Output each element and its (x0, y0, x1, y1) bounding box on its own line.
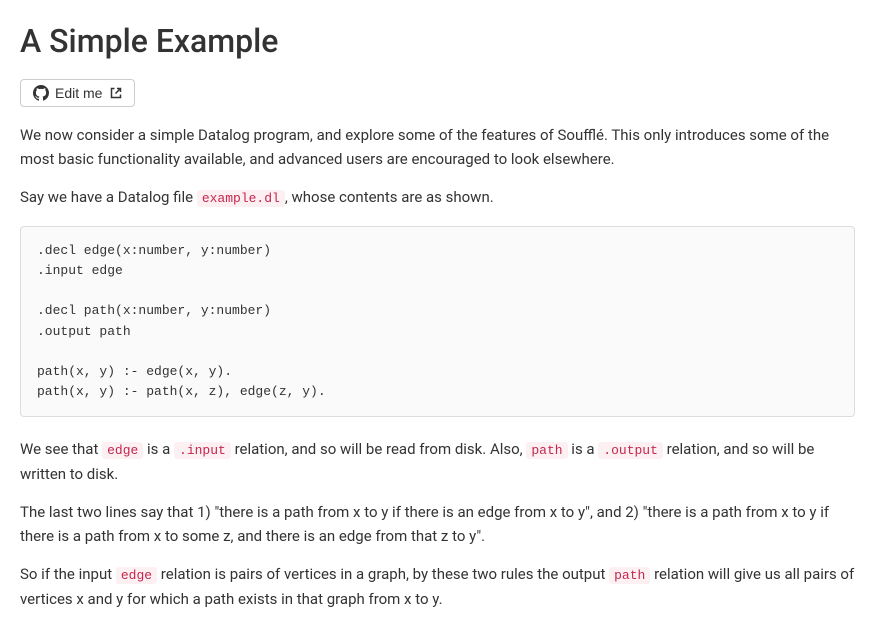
path-code: path (526, 442, 567, 459)
edge-code: edge (102, 442, 143, 459)
output-code: .output (598, 442, 663, 459)
path-code-2: path (609, 567, 650, 584)
datalog-code-block: .decl edge(x:number, y:number) .input ed… (20, 226, 855, 417)
edge-code-2: edge (116, 567, 157, 584)
edit-me-button[interactable]: Edit me (20, 79, 135, 107)
edit-me-label: Edit me (55, 85, 102, 101)
we-see-paragraph: We see that edge is a .input relation, a… (20, 437, 855, 486)
external-link-icon (110, 87, 122, 99)
github-icon (33, 85, 49, 101)
example-file-code: example.dl (197, 190, 285, 207)
so-if-paragraph: So if the input edge relation is pairs o… (20, 562, 855, 611)
last-two-paragraph: The last two lines say that 1) "there is… (20, 500, 855, 548)
intro-paragraph: We now consider a simple Datalog program… (20, 123, 855, 171)
say-paragraph: Say we have a Datalog file example.dl, w… (20, 185, 855, 210)
page-title: A Simple Example (20, 16, 855, 67)
input-code: .input (174, 442, 231, 459)
